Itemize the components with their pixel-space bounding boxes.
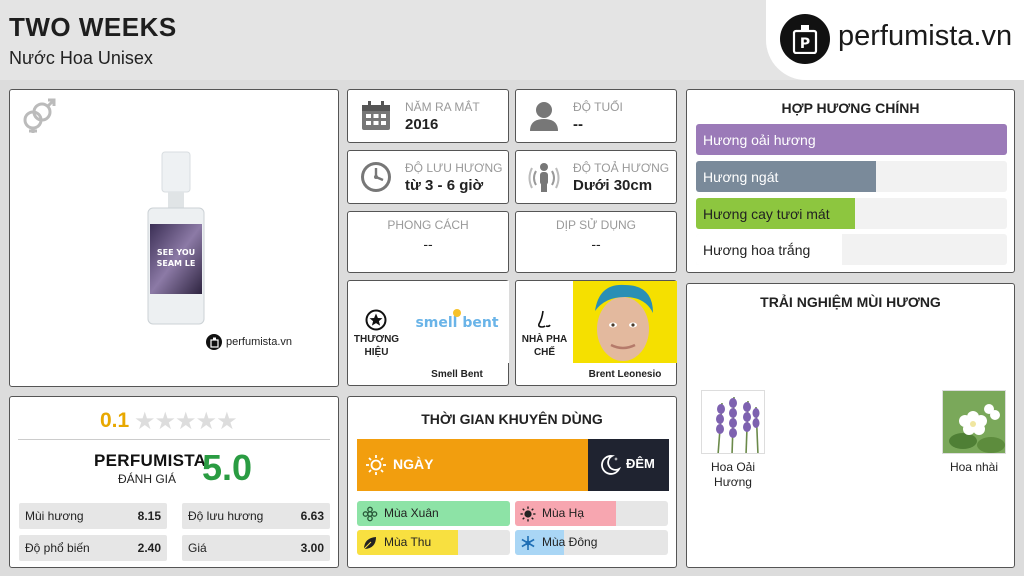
sillage-label: ĐỘ TOẢ HƯƠNG — [573, 161, 670, 175]
night-bar: ĐÊM — [588, 439, 669, 491]
perfume-bottle-image: SEE YOU SEAM LE — [146, 150, 206, 331]
accord-bar: Hương hoa trắng — [696, 234, 1007, 265]
perfumer-label: NHÀ PHA CHẾ — [521, 334, 568, 358]
season-summer: Mùa Hạ — [515, 501, 668, 526]
age-value: -- — [573, 116, 583, 133]
longevity-value: từ 3 - 6 giờ — [405, 177, 484, 194]
jasmine-image — [942, 390, 1006, 454]
logo-text: perfumista.vn — [838, 20, 1013, 52]
watermark-text: perfumista.vn — [226, 336, 293, 348]
recommended-time-title: THỜI GIAN KHUYÊN DÙNG — [421, 411, 603, 427]
clock-icon — [360, 161, 392, 198]
rating-divider — [18, 439, 330, 440]
stat-price: Giá 3.00 — [182, 535, 330, 561]
bottle-label-line1: SEE YOU — [157, 248, 195, 257]
stat-longevity: Độ lưu hương 6.63 — [182, 503, 330, 529]
watermark-bottle-icon — [206, 334, 222, 350]
note-jasmine-name: Hoa nhài — [949, 460, 999, 474]
brand-card[interactable]: THƯƠNG HIỆU smell bent Smell Bent — [347, 280, 509, 386]
bottle-label-line2: SEAM LE — [157, 259, 196, 268]
stat-popularity: Độ phổ biến 2.40 — [19, 535, 167, 561]
release-year-value: 2016 — [405, 116, 439, 133]
note-lavender[interactable]: Hoa Oải Hương — [701, 390, 765, 490]
season-autumn: Mùa Thu — [357, 530, 510, 555]
perfume-title: TWO WEEKS — [9, 12, 177, 42]
perfumista-label: PERFUMISTA — [94, 451, 207, 470]
header: TWO WEEKS Nước Hoa Unisex P perfumista.v… — [0, 0, 1024, 80]
occasion-value: -- — [591, 236, 601, 252]
release-year-label: NĂM RA MẮT — [405, 100, 480, 114]
star-badge-icon — [365, 309, 387, 336]
product-image-card: SEE YOU SEAM LE perfumista.vn — [9, 89, 339, 387]
calendar-icon — [360, 100, 392, 137]
note-lavender-name: Hoa Oải Hương — [710, 460, 756, 489]
brand-label: THƯƠNG HIỆU — [353, 334, 400, 358]
note-jasmine[interactable]: Hoa nhài — [942, 390, 1006, 490]
accord-bar: Hương oải hương — [696, 124, 1007, 155]
perfumer-label-area: NHÀ PHA CHẾ — [516, 281, 573, 387]
brand-name: Smell Bent — [431, 369, 483, 380]
autumn-leaf-icon — [362, 535, 378, 555]
main-accords-title: HỢP HƯƠNG CHÍNH — [781, 100, 920, 116]
user-rating-score: 0.1 — [100, 409, 130, 432]
person-icon — [528, 100, 560, 137]
occasion-label: DỊP SỬ DỤNG — [555, 218, 637, 232]
release-year-card: NĂM RA MẮT 2016 — [347, 89, 509, 143]
perfumer-name: Brent Leonesio — [588, 369, 662, 380]
accord-label: Hương cay tươi mát — [703, 206, 830, 222]
spring-flower-icon — [362, 506, 378, 526]
accord-bar: Hương cay tươi mát — [696, 198, 1007, 229]
sillage-value: Dưới 30cm — [573, 177, 653, 194]
sillage-card: ĐỘ TOẢ HƯƠNG Dưới 30cm — [515, 150, 677, 204]
longevity-label: ĐỘ LƯU HƯƠNG — [405, 161, 503, 175]
accord-bar: Hương ngát — [696, 161, 1007, 192]
svg-text:P: P — [800, 36, 810, 52]
perfumer-card[interactable]: NHÀ PHA CHẾ Brent Leonesio — [515, 280, 677, 386]
style-label: PHONG CÁCH — [387, 218, 469, 232]
perfumer-photo — [573, 281, 677, 363]
perfume-bottle-logo-icon: P — [780, 14, 830, 64]
image-watermark: perfumista.vn — [206, 334, 292, 350]
rating-panel: 0.1 ★★★★★ PERFUMISTA ĐÁNH GIÁ 5.0 Mùi hư… — [9, 396, 339, 568]
perfumista-score: 5.0 — [202, 447, 253, 488]
sun-icon — [365, 454, 387, 481]
day-bar: NGÀY — [357, 439, 588, 491]
age-card: ĐỘ TUỔI -- — [515, 89, 677, 143]
accord-label: Hương oải hương — [703, 132, 816, 148]
lavender-image — [701, 390, 765, 454]
style-value: -- — [423, 236, 433, 252]
star-rating-icon[interactable]: ★★★★★ — [134, 407, 238, 436]
unisex-gender-icon — [20, 98, 56, 139]
style-card: PHONG CÁCH -- — [347, 211, 509, 273]
accord-label: Hương ngát — [703, 169, 779, 185]
main-accords-panel: HỢP HƯƠNG CHÍNH Hương oải hương Hương ngá… — [686, 89, 1015, 273]
night-label: ĐÊM — [626, 456, 655, 471]
longevity-card: ĐỘ LƯU HƯƠNG từ 3 - 6 giờ — [347, 150, 509, 204]
season-winter: Mùa Đông — [515, 530, 668, 555]
scent-experience-panel: TRẢI NGHIỆM MÙI HƯƠNG Hoa Oải Hương Hoa n… — [686, 283, 1015, 568]
season-spring: Mùa Xuân — [357, 501, 510, 526]
season-winter-label: Mùa Đông — [542, 535, 598, 549]
scent-experience-title: TRẢI NGHIỆM MÙI HƯƠNG — [760, 294, 941, 310]
brand-logo-image: smell bent — [405, 281, 509, 363]
summer-sun-icon — [520, 506, 536, 526]
brand-logo-text: smell bent — [415, 315, 498, 331]
occasion-card: DỊP SỬ DỤNG -- — [515, 211, 677, 273]
site-logo[interactable]: P perfumista.vn — [766, 0, 1024, 80]
brand-label-area: THƯƠNG HIỆU — [348, 281, 405, 387]
winter-snowflake-icon — [520, 535, 536, 555]
age-label: ĐỘ TUỔI — [573, 100, 623, 114]
perfume-subtitle: Nước Hoa Unisex — [9, 48, 153, 68]
accord-label: Hương hoa trắng — [703, 242, 811, 258]
nose-icon — [533, 309, 555, 336]
moon-icon — [598, 453, 622, 482]
perfumista-sub-label: ĐÁNH GIÁ — [118, 472, 177, 486]
stat-scent: Mùi hương 8.15 — [19, 503, 167, 529]
recommended-time-panel: THỜI GIAN KHUYÊN DÙNG NGÀY ĐÊM Mùa Xuân … — [347, 396, 677, 568]
day-label: NGÀY — [393, 456, 434, 472]
season-summer-label: Mùa Hạ — [542, 506, 585, 520]
season-autumn-label: Mùa Thu — [384, 535, 432, 549]
season-spring-label: Mùa Xuân — [384, 506, 439, 520]
sillage-person-waves-icon — [528, 161, 560, 198]
